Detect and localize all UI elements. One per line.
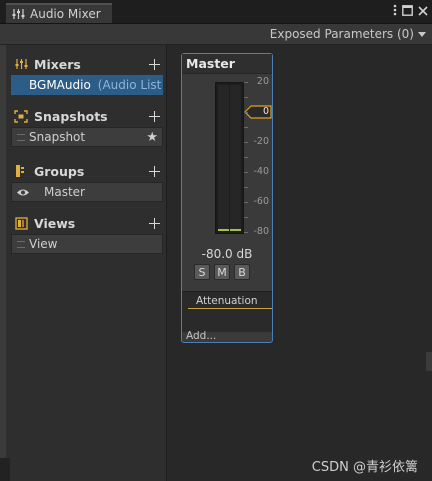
add-view-button[interactable] xyxy=(149,217,160,229)
tab-audio-mixer[interactable]: Audio Mixer xyxy=(6,3,112,23)
scale-label: -40 xyxy=(253,166,269,177)
mixers-section-header: Mixers xyxy=(14,54,164,74)
effect-attenuation[interactable]: Attenuation xyxy=(188,295,272,309)
sidebar-edge xyxy=(0,45,6,481)
bypass-button[interactable]: B xyxy=(234,264,250,280)
scale-label: -20 xyxy=(253,136,269,147)
sidebar-bottom-stub xyxy=(0,458,10,481)
scale-label: -80 xyxy=(253,226,269,237)
view-item[interactable]: View xyxy=(11,234,163,254)
close-icon[interactable] xyxy=(418,5,428,19)
maximize-icon[interactable] xyxy=(402,4,413,19)
channel-strip-title: Master xyxy=(182,54,272,74)
exposed-parameters-label: Exposed Parameters (0) xyxy=(269,27,414,41)
fader-value: 0 xyxy=(262,106,270,117)
drag-handle-icon[interactable] xyxy=(17,133,25,141)
scale-tick xyxy=(244,127,248,128)
star-icon[interactable]: ★ xyxy=(146,130,158,145)
scale-tick xyxy=(244,97,248,98)
effects-list: Attenuation xyxy=(182,291,272,332)
mixer-item-label: BGMAudio xyxy=(29,78,91,92)
meter-left-channel xyxy=(218,85,229,231)
tab-title: Audio Mixer xyxy=(30,7,101,21)
mixer-toolbar: Exposed Parameters (0) xyxy=(0,24,432,45)
group-item-master[interactable]: Master xyxy=(11,182,163,202)
solo-button[interactable]: S xyxy=(194,264,210,280)
mixers-title: Mixers xyxy=(34,56,81,72)
meter-peak-right xyxy=(230,229,241,231)
window-controls xyxy=(393,4,428,19)
scale-tick xyxy=(244,187,248,188)
level-meter xyxy=(215,82,244,234)
meter-peak-left xyxy=(218,229,229,231)
view-item-label: View xyxy=(29,237,58,251)
mixer-item-suffix: (Audio Liste xyxy=(97,78,163,92)
snapshots-title: Snapshots xyxy=(34,108,108,124)
scale-tick xyxy=(244,112,248,113)
snapshot-item-label: Snapshot xyxy=(29,130,86,144)
solo-mute-bypass-group: S M B xyxy=(194,264,250,280)
add-group-button[interactable] xyxy=(149,165,160,177)
drag-handle-icon[interactable] xyxy=(17,240,25,248)
group-icon xyxy=(14,164,28,178)
snapshot-item[interactable]: Snapshot ★ xyxy=(11,127,163,147)
add-effect-button[interactable]: Add... xyxy=(186,330,216,342)
snapshot-icon xyxy=(14,109,28,123)
snapshots-section-header: Snapshots xyxy=(14,106,164,126)
kebab-menu-icon[interactable] xyxy=(393,4,397,19)
mixer-icon xyxy=(14,57,28,71)
add-snapshot-button[interactable] xyxy=(149,110,160,122)
views-section-header: Views xyxy=(14,213,164,233)
groups-title: Groups xyxy=(34,163,85,179)
volume-db-readout: -80.0 dB xyxy=(201,247,253,261)
scale-tick xyxy=(244,217,248,218)
scale-label: -60 xyxy=(253,196,269,207)
right-edge-stub xyxy=(426,352,432,371)
view-icon xyxy=(14,216,28,230)
mute-button[interactable]: M xyxy=(214,264,230,280)
views-title: Views xyxy=(34,215,76,231)
watermark: CSDN @青衫依篱 xyxy=(311,460,418,475)
chevron-down-icon xyxy=(418,31,426,37)
eye-icon[interactable] xyxy=(16,188,30,197)
exposed-parameters-dropdown[interactable]: Exposed Parameters (0) xyxy=(270,25,426,43)
channel-strip-master[interactable]: Master 0 -80.0 dB S M B Attenuation Add.… xyxy=(181,53,273,343)
mixer-item-bgmaudio[interactable]: BGMAudio (Audio Liste xyxy=(11,75,163,95)
group-item-label: Master xyxy=(44,185,85,199)
scale-tick xyxy=(244,157,248,158)
meter-right-channel xyxy=(230,85,241,231)
scale-label: 20 xyxy=(256,76,269,87)
mixer-icon xyxy=(12,9,25,19)
groups-section-header: Groups xyxy=(14,161,164,181)
add-mixer-button[interactable] xyxy=(149,58,160,70)
